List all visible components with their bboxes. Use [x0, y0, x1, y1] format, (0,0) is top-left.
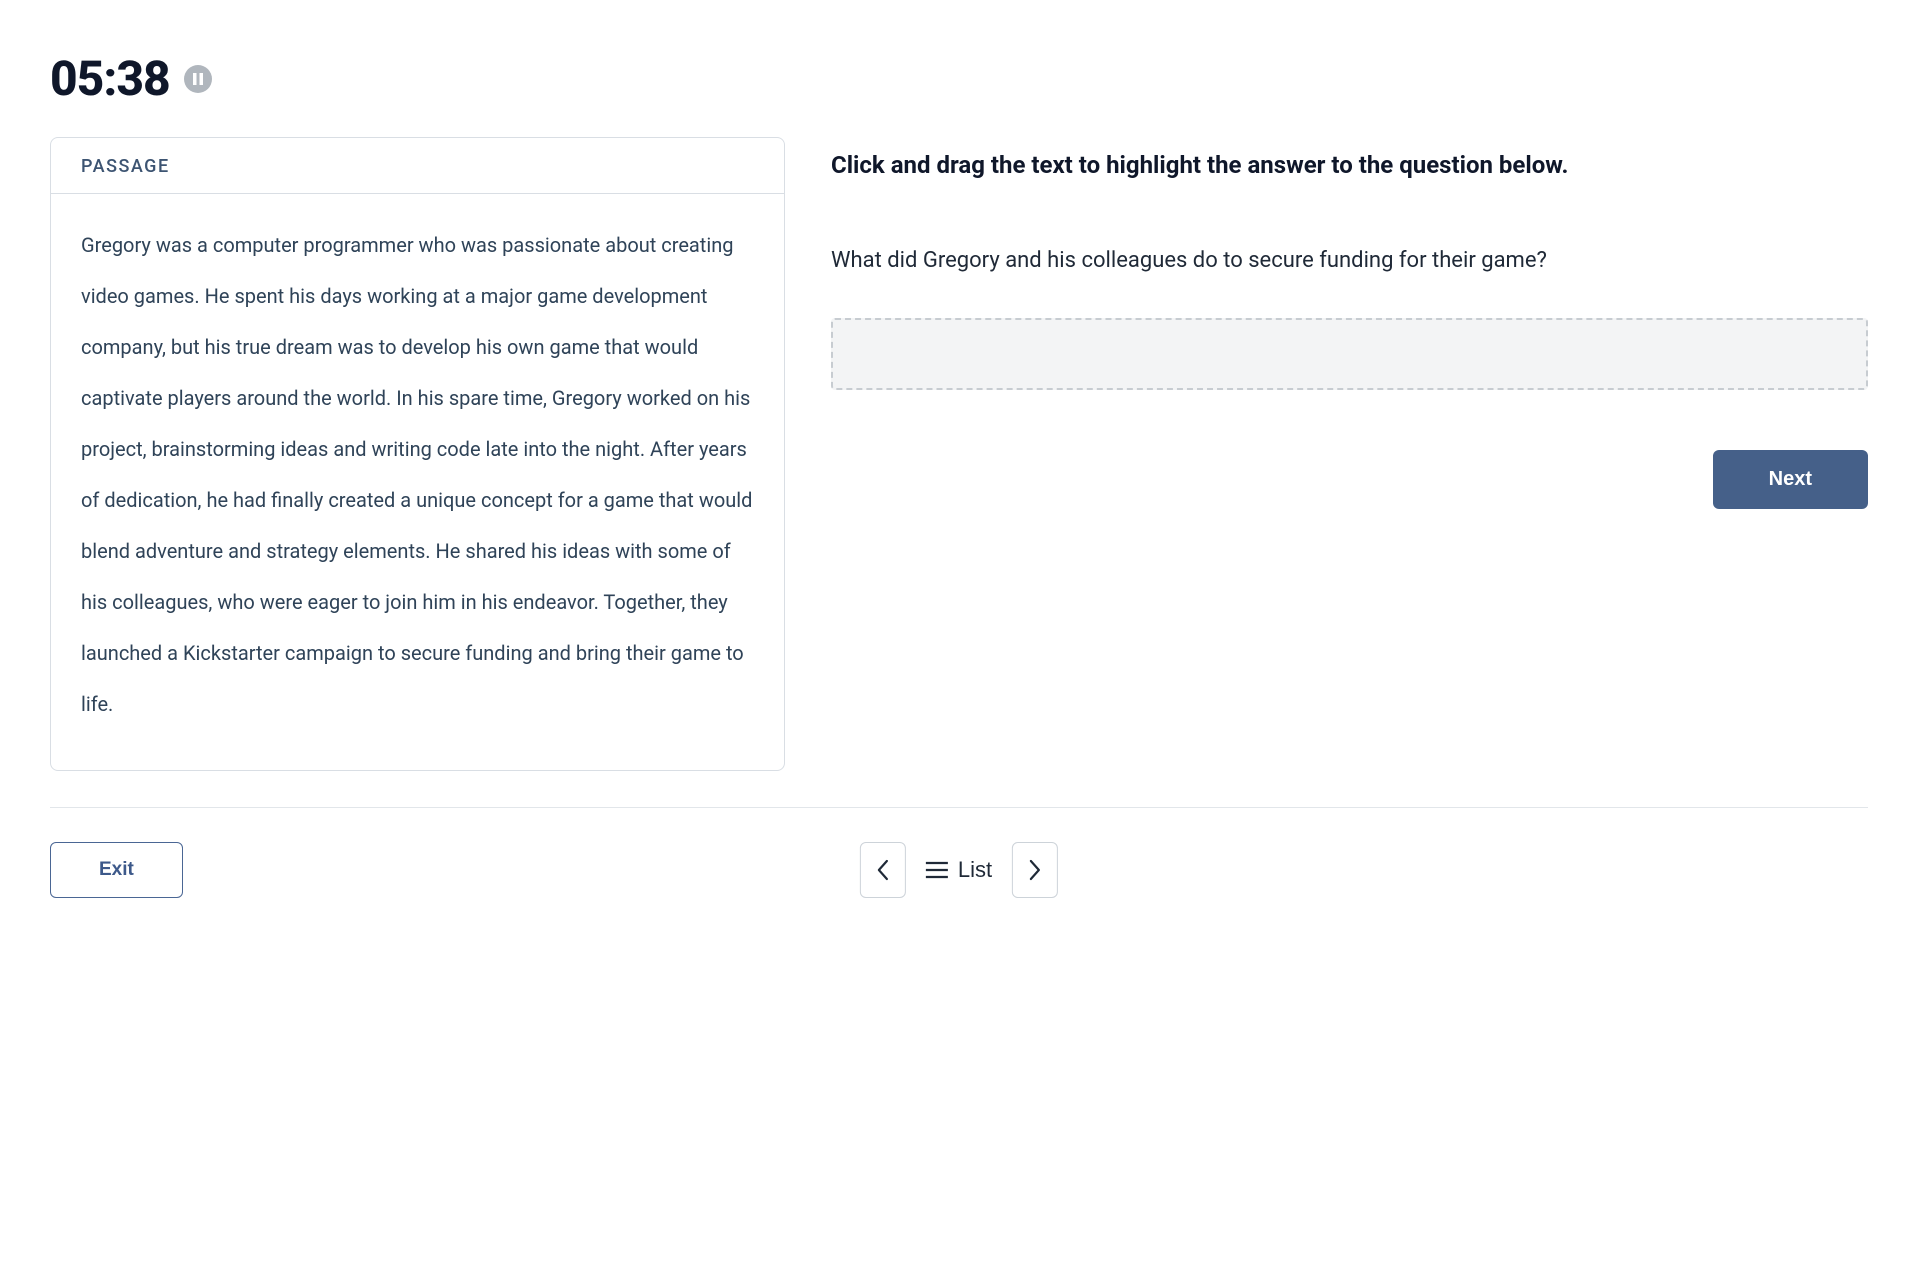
chevron-left-icon	[876, 859, 890, 881]
list-icon	[926, 861, 948, 879]
footer-divider	[50, 807, 1868, 808]
list-button[interactable]: List	[926, 857, 992, 883]
passage-text[interactable]: Gregory was a computer programmer who wa…	[81, 220, 754, 730]
passage-card: PASSAGE Gregory was a computer programme…	[50, 137, 785, 771]
exit-button[interactable]: Exit	[50, 842, 183, 898]
next-nav-button[interactable]	[1012, 842, 1058, 898]
answer-drop-zone[interactable]	[831, 318, 1868, 390]
pause-icon	[193, 73, 203, 85]
passage-header: PASSAGE	[51, 138, 784, 194]
timer-display: 05:38	[50, 50, 170, 107]
previous-button[interactable]	[860, 842, 906, 898]
question-column: Click and drag the text to highlight the…	[831, 137, 1868, 509]
list-button-label: List	[958, 857, 992, 883]
next-button[interactable]: Next	[1713, 450, 1868, 509]
nav-center-group: List	[860, 842, 1058, 898]
question-text: What did Gregory and his colleagues do t…	[831, 244, 1868, 278]
passage-header-label: PASSAGE	[81, 156, 170, 177]
chevron-right-icon	[1028, 859, 1042, 881]
instruction-text: Click and drag the text to highlight the…	[831, 147, 1868, 184]
pause-button[interactable]	[184, 65, 212, 93]
